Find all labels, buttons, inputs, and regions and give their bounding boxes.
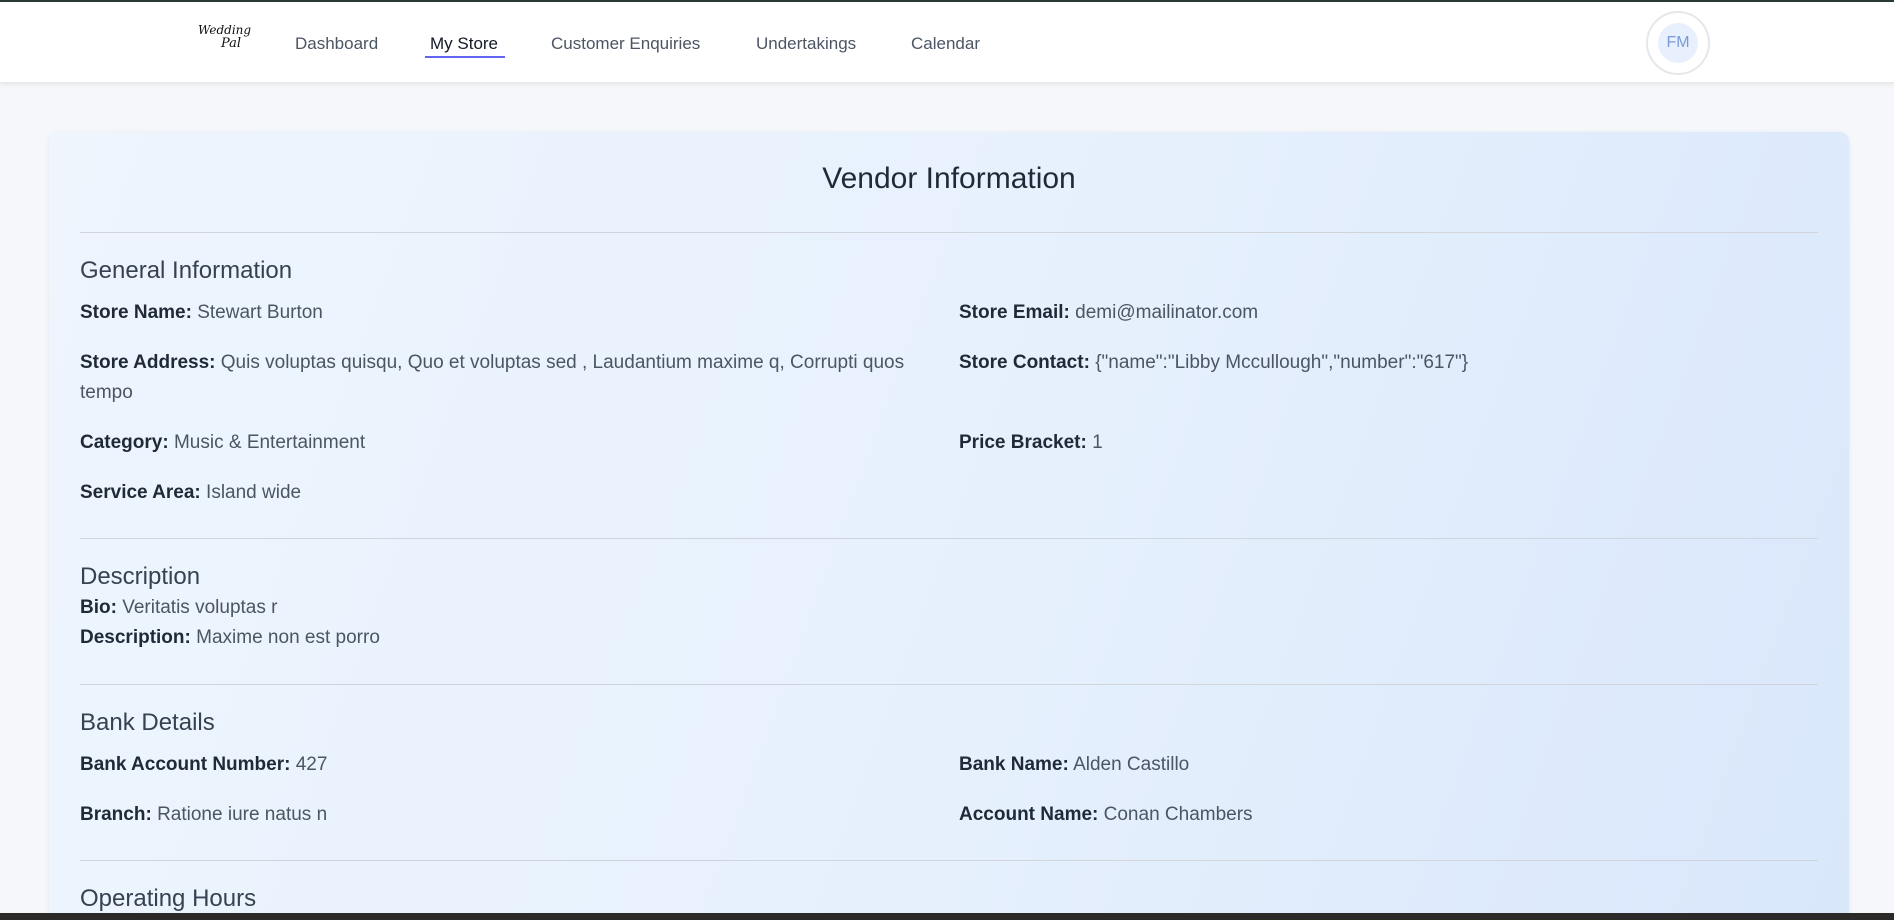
field-store-email: Store Email: demi@mailinator.com (959, 298, 1819, 328)
field-service-area: Service Area: Island wide (80, 478, 940, 508)
field-label: Bio: (80, 597, 117, 618)
field-value: Veritatis voluptas r (122, 597, 278, 618)
field-value: {"name":"Libby Mccullough","number":"617… (1095, 352, 1469, 373)
nav-dashboard[interactable]: Dashboard (295, 34, 378, 54)
field-price-bracket: Price Bracket: 1 (959, 428, 1819, 458)
divider (80, 860, 1818, 861)
field-label: Bank Name: (959, 754, 1069, 775)
top-navbar: Wedding Pal Dashboard My Store Customer … (0, 2, 1894, 83)
field-category: Category: Music & Entertainment (80, 428, 940, 458)
user-avatar-button[interactable]: FM (1646, 11, 1710, 75)
field-label: Service Area: (80, 482, 201, 503)
field-label: Store Email: (959, 302, 1070, 323)
taskbar-strip (0, 913, 1894, 920)
logo-line1: Wedding (198, 23, 252, 37)
vendor-information-card: Vendor Information General Information S… (49, 132, 1849, 920)
field-label: Account Name: (959, 804, 1099, 825)
section-title-description: Description (80, 563, 201, 590)
nav-active-underline (425, 56, 505, 58)
nav-my-store[interactable]: My Store (430, 34, 498, 54)
field-value: Music & Entertainment (173, 432, 366, 453)
field-value: 1 (1092, 432, 1103, 453)
field-value: demi@mailinator.com (1075, 302, 1259, 323)
field-value: Maxime non est porro (196, 627, 380, 648)
field-label: Branch: (80, 804, 152, 825)
avatar: FM (1658, 23, 1698, 63)
field-description: Description: Maxime non est porro (80, 623, 940, 653)
field-value: Island wide (206, 482, 302, 503)
field-value: Alden Castillo (1073, 754, 1190, 775)
field-label: Bank Account Number: (80, 754, 291, 775)
field-bank-name: Bank Name: Alden Castillo (959, 750, 1819, 780)
wedding-pal-logo[interactable]: Wedding Pal (198, 23, 252, 58)
nav-undertakings[interactable]: Undertakings (756, 34, 856, 54)
field-store-contact: Store Contact: {"name":"Libby Mccullough… (959, 348, 1819, 378)
field-label: Store Address: (80, 352, 216, 373)
field-value: Stewart Burton (197, 302, 323, 323)
field-label: Store Name: (80, 302, 192, 323)
field-bank-account-number: Bank Account Number: 427 (80, 750, 940, 780)
field-branch: Branch: Ratione iure natus n (80, 800, 940, 830)
page-title: Vendor Information (822, 162, 1076, 195)
logo-line2: Pal (220, 36, 242, 51)
field-label: Store Contact: (959, 352, 1090, 373)
field-account-name: Account Name: Conan Chambers (959, 800, 1819, 830)
section-title-operating-hours: Operating Hours (80, 885, 257, 912)
nav-customer-enquiries[interactable]: Customer Enquiries (551, 34, 700, 54)
nav-calendar[interactable]: Calendar (911, 34, 980, 54)
field-value: Ratione iure natus n (157, 804, 328, 825)
divider (80, 232, 1818, 233)
field-label: Category: (80, 432, 169, 453)
field-label: Description: (80, 627, 191, 648)
field-bio: Bio: Veritatis voluptas r (80, 593, 940, 623)
field-store-address: Store Address: Quis voluptas quisqu, Quo… (80, 348, 952, 408)
field-value: 427 (295, 754, 328, 775)
section-title-bank-details: Bank Details (80, 709, 215, 736)
section-title-general: General Information (80, 257, 293, 284)
field-value: Conan Chambers (1103, 804, 1253, 825)
divider (80, 684, 1818, 685)
divider (80, 538, 1818, 539)
field-store-name: Store Name: Stewart Burton (80, 298, 940, 328)
field-label: Price Bracket: (959, 432, 1087, 453)
